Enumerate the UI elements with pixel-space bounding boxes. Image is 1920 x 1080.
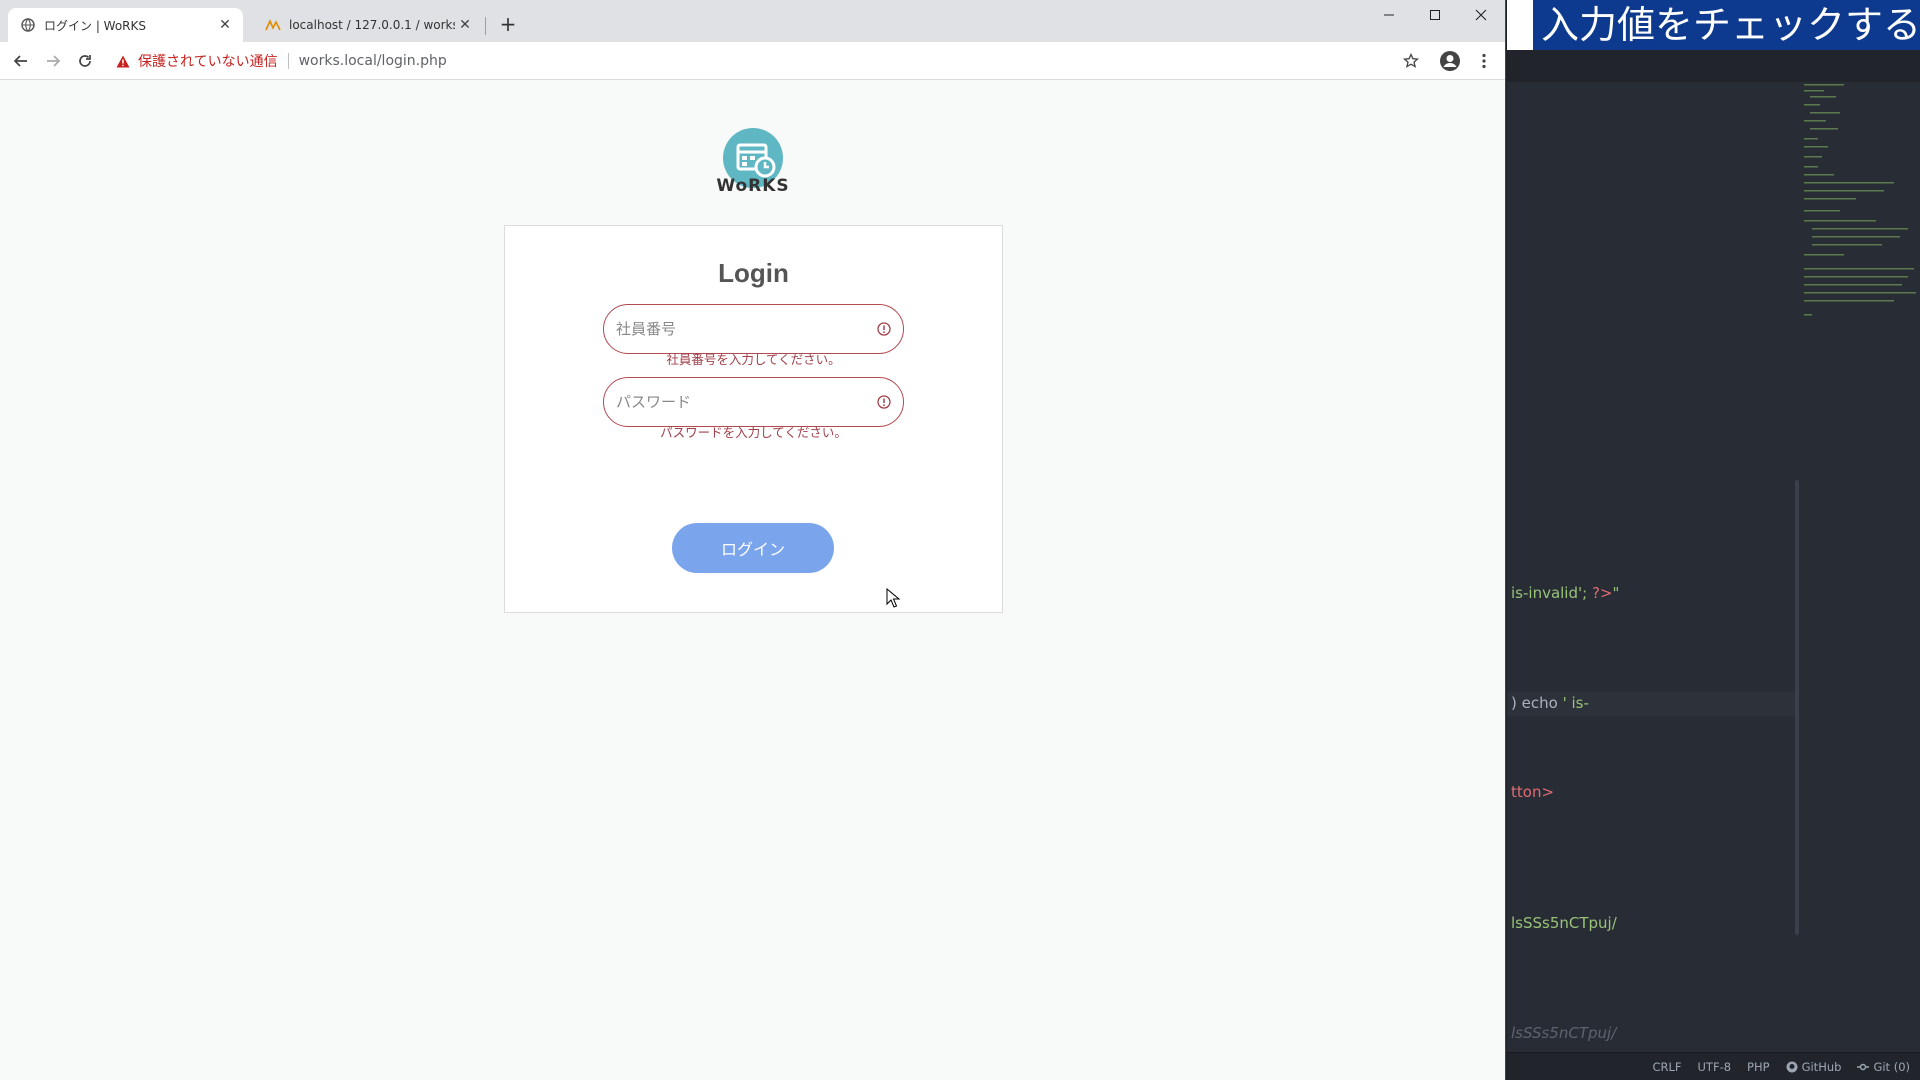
login-button[interactable]: ログイン [672,523,834,573]
editor-status-bar: CRLF UTF-8 PHP GitHub Git (0) [1507,1052,1920,1080]
minimize-button[interactable] [1366,0,1412,30]
reload-button[interactable] [73,49,97,73]
menu-kebab-icon[interactable] [1472,49,1496,73]
tab-title: localhost / 127.0.0.1 / works / us [289,18,455,32]
mouse-cursor-icon [886,588,900,608]
forward-button[interactable] [41,49,65,73]
login-page: WoRKS Login 社員番号を入力してください。 パスワードを入力してくださ… [0,80,1505,1080]
url-text[interactable]: works.local/login.php [299,53,447,69]
password-field[interactable] [603,377,904,427]
editor-scrollbar[interactable] [1795,480,1799,935]
video-caption: 入力値をチェックする [1533,0,1920,50]
code-line: is-invalid'; ?>" [1511,584,1619,602]
github-status[interactable]: GitHub [1786,1059,1842,1074]
address-bar[interactable]: 保護されていない通信 works.local/login.php [110,47,1428,75]
github-label: GitHub [1801,1059,1842,1074]
editor-tab-bar [1507,50,1920,82]
code-tag: tton> [1511,783,1555,801]
grammar-status[interactable]: PHP [1747,1060,1770,1074]
globe-icon [20,17,36,33]
tab-strip: ログイン | WoRKS ✕ localhost / 127.0.0.1 / w… [0,0,1505,42]
encoding-status[interactable]: UTF-8 [1698,1060,1732,1074]
reload-icon [79,55,91,67]
code-line: tton> [1511,783,1554,801]
arrow-left-icon [13,55,27,67]
new-tab-button[interactable]: + [497,14,519,36]
phpmyadmin-icon [265,17,281,33]
git-status[interactable]: Git (0) [1857,1060,1910,1074]
error-icon [875,393,893,411]
git-commit-icon [1857,1063,1870,1070]
tab-separator [485,17,486,35]
code-tag: ?> [1591,584,1613,602]
code-string: ' is- [1562,694,1589,712]
tab-phpmyadmin[interactable]: localhost / 127.0.0.1 / works / us ✕ [253,8,483,42]
security-label[interactable]: 保護されていない通信 [138,51,278,71]
tab-title: ログイン | WoRKS [44,18,147,33]
login-card: Login 社員番号を入力してください。 パスワードを入力してください。 ログイ… [504,225,1003,613]
browser-toolbar: 保護されていない通信 works.local/login.php [0,42,1505,80]
page-title: Login [718,258,789,288]
code-line: lsSSs5nCTpuj/ [1511,914,1617,932]
code-keyword: echo [1521,694,1558,712]
code-string: " [1612,584,1620,602]
code-minimap[interactable] [1802,82,1920,352]
code-string: lsSSs5nCTpuj/ [1511,914,1617,932]
code-editor: 入力値をチェックする is-invalid'; ?>" ) echo ' is-… [1507,0,1920,1080]
employee-number-input[interactable] [604,305,875,353]
account-icon[interactable] [1438,49,1462,73]
code-line: ) echo ' is- [1511,694,1589,712]
github-icon [1786,1061,1798,1072]
employee-number-field[interactable] [603,304,904,354]
omnibox-divider [287,53,289,69]
arrow-right-icon [47,55,61,67]
maximize-button[interactable] [1412,0,1458,30]
password-input[interactable] [604,378,875,426]
code-string: is-invalid'; [1511,584,1588,602]
employee-number-error: 社員番号を入力してください。 [666,352,841,367]
line-ending-status[interactable]: CRLF [1652,1060,1681,1074]
logo-wordmark: WoRKS [716,176,790,196]
close-icon[interactable]: ✕ [215,15,235,35]
editor-header: 入力値をチェックする [1507,0,1920,50]
warning-icon [116,55,130,68]
code-paren: ) [1511,694,1517,712]
git-label: Git (0) [1873,1059,1910,1074]
browser-window: ログイン | WoRKS ✕ localhost / 127.0.0.1 / w… [0,0,1506,1080]
close-icon[interactable]: ✕ [455,15,475,35]
code-comment: lsSSs5nCTpuj/ [1511,1024,1617,1042]
bookmark-star-icon[interactable] [1399,49,1423,73]
code-line: lsSSs5nCTpuj/ [1511,1024,1616,1042]
password-error: パスワードを入力してください。 [660,425,847,440]
error-icon [875,320,893,338]
back-button[interactable] [9,49,33,73]
tab-login[interactable]: ログイン | WoRKS ✕ [8,8,243,42]
window-close-button[interactable] [1458,0,1504,30]
